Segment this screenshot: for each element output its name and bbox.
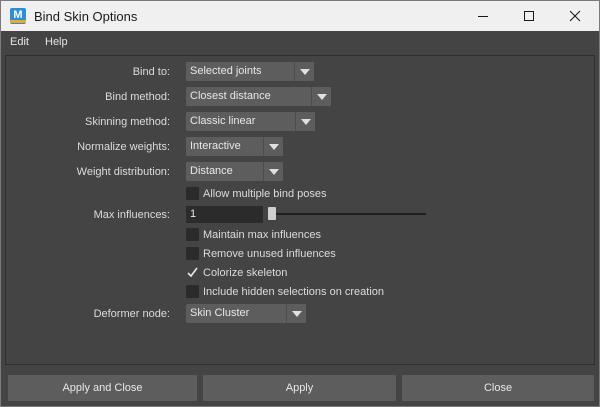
maintain-max-influences-checkbox[interactable] (186, 228, 199, 241)
dropdown-arrow-button[interactable] (295, 112, 315, 131)
max-influences-value: 1 (190, 208, 197, 220)
bind-method-dropdown[interactable]: Closest distance (186, 87, 331, 106)
allow-multiple-bind-poses-label: Allow multiple bind poses (203, 188, 327, 200)
triangle-down-icon (317, 94, 327, 100)
remove-unused-influences-label: Remove unused influences (203, 248, 336, 260)
weight-distribution-label: Weight distribution: (76, 166, 170, 178)
triangle-down-icon (269, 144, 279, 150)
maximize-icon (524, 11, 534, 21)
skinning-method-value: Classic linear (190, 115, 256, 127)
colorize-skeleton-label: Colorize skeleton (203, 267, 288, 279)
close-button[interactable]: Close (402, 375, 594, 401)
triangle-down-icon (300, 69, 310, 75)
skinning-method-dropdown[interactable]: Classic linear (186, 112, 315, 131)
menu-help[interactable]: Help (45, 36, 68, 48)
bind-to-dropdown[interactable]: Selected joints (186, 62, 314, 81)
colorize-skeleton-checkbox[interactable] (186, 266, 199, 279)
maintain-max-influences-label: Maintain max influences (203, 229, 322, 241)
maximize-button[interactable] (506, 1, 552, 31)
max-influences-label: Max influences: (93, 209, 170, 221)
normalize-weights-label: Normalize weights: (77, 141, 170, 153)
skinning-method-label: Skinning method: (85, 116, 170, 128)
normalize-weights-value: Interactive (190, 140, 241, 152)
close-window-button[interactable] (552, 1, 598, 31)
maya-app-icon: M (10, 8, 26, 24)
minimize-button[interactable] (460, 1, 506, 31)
apply-and-close-button[interactable]: Apply and Close (8, 375, 197, 401)
title-bar[interactable]: M Bind Skin Options (1, 1, 599, 31)
triangle-down-icon (301, 119, 311, 125)
include-hidden-selections-checkbox[interactable] (186, 285, 199, 298)
remove-unused-influences-checkbox[interactable] (186, 247, 199, 260)
deformer-node-value: Skin Cluster (190, 307, 250, 319)
minimize-icon (478, 16, 488, 17)
bind-method-label: Bind method: (105, 91, 170, 103)
include-hidden-selections-label: Include hidden selections on creation (203, 286, 385, 298)
triangle-down-icon (292, 311, 302, 317)
max-influences-field[interactable]: 1 (186, 206, 263, 223)
bind-to-value: Selected joints (190, 65, 262, 77)
max-influences-slider-track[interactable] (268, 213, 426, 215)
checkmark-icon (187, 267, 198, 278)
options-panel: Bind to: Selected joints Bind method: Cl… (5, 55, 595, 365)
bind-method-value: Closest distance (190, 90, 271, 102)
apply-button[interactable]: Apply (203, 375, 396, 401)
deformer-node-dropdown[interactable]: Skin Cluster (186, 304, 306, 323)
bind-to-label: Bind to: (132, 66, 170, 78)
normalize-weights-dropdown[interactable]: Interactive (186, 137, 283, 156)
dropdown-arrow-button[interactable] (263, 162, 283, 181)
menu-edit[interactable]: Edit (10, 36, 29, 48)
dropdown-arrow-button[interactable] (311, 87, 331, 106)
allow-multiple-bind-poses-checkbox[interactable] (186, 187, 199, 200)
triangle-down-icon (269, 169, 279, 175)
close-icon (569, 10, 581, 22)
menu-bar: Edit Help (1, 31, 599, 53)
window-title: Bind Skin Options (34, 9, 138, 24)
weight-distribution-value: Distance (190, 165, 233, 177)
dropdown-arrow-button[interactable] (263, 137, 283, 156)
dropdown-arrow-button[interactable] (286, 304, 306, 323)
weight-distribution-dropdown[interactable]: Distance (186, 162, 283, 181)
max-influences-slider-handle[interactable] (268, 207, 276, 220)
deformer-node-label: Deformer node: (93, 308, 170, 320)
dropdown-arrow-button[interactable] (294, 62, 314, 81)
bind-skin-options-window: M Bind Skin Options Edit Help Bind to: S… (0, 0, 600, 407)
